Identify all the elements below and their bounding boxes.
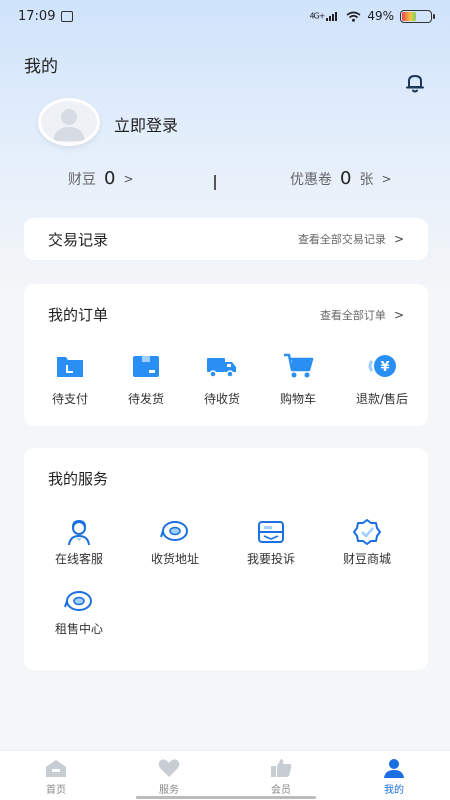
refund-icon: ¥ — [368, 355, 396, 377]
svg-text:¥: ¥ — [380, 360, 389, 375]
badge-check-icon — [353, 519, 381, 545]
home-icon — [46, 760, 66, 777]
service-rental-center[interactable]: 租售中心 — [34, 588, 124, 637]
order-pending-receipt[interactable]: 待收货 — [184, 352, 260, 407]
avatar[interactable] — [38, 98, 100, 146]
beans-value: 0 — [104, 168, 116, 189]
nav-label: 服务 — [159, 785, 179, 796]
status-right: 4G+ 49% — [309, 9, 435, 23]
wifi-icon — [346, 11, 361, 22]
refund-after-sale[interactable]: ¥ 退款/售后 — [344, 352, 420, 407]
orders-title: 我的订单 — [48, 306, 109, 324]
services-title: 我的服务 — [48, 470, 109, 488]
home-indicator — [136, 796, 316, 799]
coupon-label: 优惠卷 — [290, 171, 332, 188]
shopping-cart[interactable]: 购物车 — [260, 352, 336, 407]
view-all-orders-label: 查看全部订单 — [319, 308, 386, 322]
service-complaint[interactable]: 我要投诉 — [226, 518, 316, 567]
services-header: 我的服务 — [48, 468, 404, 489]
beans-entry[interactable]: 财豆 0 > — [68, 168, 134, 189]
nav-member[interactable]: 会员 — [241, 757, 321, 796]
nav-label: 首页 — [46, 785, 66, 796]
location-icon — [160, 521, 188, 541]
cart-icon — [284, 353, 314, 378]
beans-label: 财豆 — [68, 171, 96, 188]
battery-percent: 49% — [367, 9, 394, 23]
order-item-label: 待发货 — [127, 392, 164, 406]
wallet-icon — [57, 357, 83, 377]
service-bean-mall[interactable]: 财豆商城 — [322, 518, 412, 567]
order-pending-payment[interactable]: 待支付 — [32, 352, 108, 407]
nav-home[interactable]: 首页 — [16, 757, 96, 796]
network-label: 4G+ — [309, 11, 325, 21]
status-bar: 17:09 4G+ 49% — [0, 0, 450, 32]
service-label: 租售中心 — [54, 622, 103, 636]
orders-card: 我的订单 查看全部订单 > 待支付 待发货 待收货 购物车 ¥ 退款/售后 — [24, 284, 428, 426]
nav-label: 我的 — [384, 785, 404, 796]
order-item-label: 待支付 — [51, 392, 88, 406]
nav-service[interactable]: 服务 — [129, 757, 209, 796]
transactions-title: 交易记录 — [48, 230, 109, 249]
orders-header: 我的订单 查看全部订单 > — [48, 304, 404, 325]
bottom-nav: 首页 服务 会员 我的 — [0, 750, 450, 800]
user-icon — [384, 759, 404, 778]
service-online-support[interactable]: 在线客服 — [34, 518, 124, 567]
order-item-label: 退款/售后 — [355, 392, 409, 406]
chevron-right-icon: > — [393, 232, 404, 246]
status-time: 17:09 — [18, 8, 56, 24]
bell-icon[interactable] — [404, 72, 426, 94]
nav-label: 会员 — [271, 785, 291, 796]
battery-fill — [402, 11, 416, 21]
service-label: 在线客服 — [54, 552, 103, 566]
coupon-unit: 张 — [359, 171, 374, 188]
chevron-right-icon: > — [381, 171, 392, 186]
service-label: 财豆商城 — [342, 552, 391, 566]
page-title: 我的 — [24, 57, 58, 77]
rental-center-icon — [64, 591, 92, 611]
battery-icon — [400, 9, 435, 23]
package-icon — [133, 356, 159, 377]
view-all-transactions-label: 查看全部交易记录 — [297, 233, 386, 246]
complaint-icon — [258, 521, 284, 543]
divider — [214, 175, 216, 190]
service-label: 收货地址 — [150, 552, 199, 566]
coupon-value: 0 — [340, 168, 352, 189]
heart-icon — [158, 759, 180, 777]
support-agent-icon — [68, 519, 90, 546]
view-all-transactions-link[interactable]: 查看全部交易记录 > — [298, 231, 404, 247]
avatar-placeholder-icon — [53, 109, 85, 141]
chevron-right-icon: > — [123, 171, 134, 186]
order-item-label: 购物车 — [279, 392, 316, 406]
view-all-orders-link[interactable]: 查看全部订单 > — [320, 307, 404, 323]
service-label: 我要投诉 — [246, 552, 295, 566]
order-pending-shipment[interactable]: 待发货 — [108, 352, 184, 407]
login-button[interactable]: 立即登录 — [114, 112, 178, 136]
assets-row: 财豆 0 > 优惠卷 0 张 > — [0, 168, 450, 198]
service-shipping-address[interactable]: 收货地址 — [130, 518, 220, 567]
services-card: 我的服务 在线客服 收货地址 我要投诉 财豆商城 租售中心 — [24, 448, 428, 670]
signal-icon: 4G+ — [309, 11, 340, 22]
coupon-entry[interactable]: 优惠卷 0 张 > — [290, 168, 392, 189]
order-item-label: 待收货 — [203, 392, 240, 406]
chevron-right-icon: > — [393, 307, 404, 322]
truck-icon — [207, 358, 236, 378]
thumb-up-icon — [271, 759, 292, 777]
sim-icon — [61, 10, 74, 22]
nav-mine[interactable]: 我的 — [354, 757, 434, 796]
transactions-card[interactable]: 交易记录 查看全部交易记录 > — [24, 218, 428, 260]
